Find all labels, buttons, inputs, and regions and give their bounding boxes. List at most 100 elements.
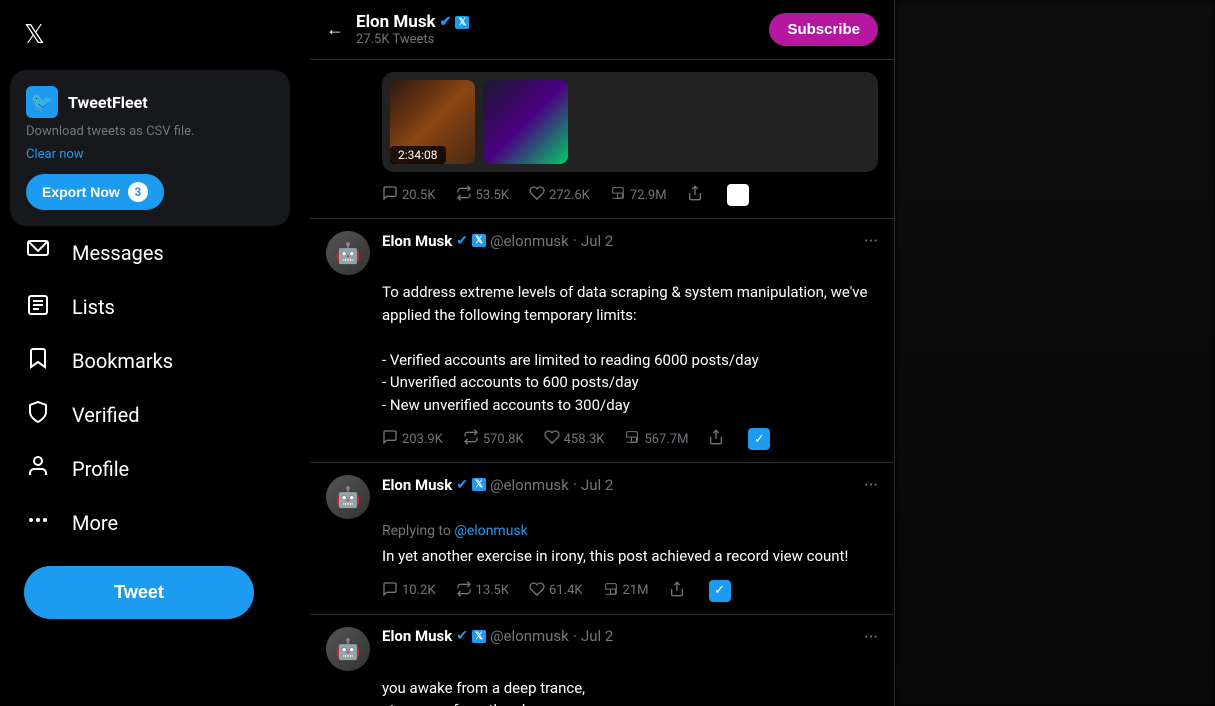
- action-share[interactable]: [687, 185, 703, 205]
- sidebar-item-messages[interactable]: Messages: [12, 226, 268, 280]
- sidebar-item-bookmarks[interactable]: Bookmarks: [12, 334, 268, 388]
- action-retweet-3[interactable]: 13.5K: [456, 581, 510, 601]
- tweet-actions-video: 20.5K 53.5K 272.6K 72.9M: [382, 184, 878, 206]
- avatar-elon-1: 🤖: [326, 231, 370, 275]
- sidebar-item-lists[interactable]: Lists: [12, 280, 268, 334]
- tweet-header-irony: 🤖 Elon Musk ✔ 𝕏 @elonmusk · Jul 2 ···: [326, 475, 878, 519]
- action-retweet[interactable]: 53.5K: [456, 185, 510, 205]
- tweet-actions-scraping: 203.9K 570.8K 458.3K 567.7M: [382, 428, 878, 450]
- sidebar-item-verified-label: Verified: [72, 403, 140, 427]
- main-content: ← Elon Musk ✔ 𝕏 27.5K Tweets Subscribe 2…: [310, 0, 895, 706]
- tweet-author-name-1: Elon Musk: [382, 232, 452, 250]
- twitter-badge-icon: 𝕏: [455, 16, 469, 29]
- tweet-body-irony: In yet another exercise in irony, this p…: [382, 545, 878, 568]
- action-retweet-2[interactable]: 570.8K: [463, 429, 524, 449]
- tweet-card-irony: 🤖 Elon Musk ✔ 𝕏 @elonmusk · Jul 2 ··· Re…: [310, 463, 894, 615]
- views-count: 72.9M: [630, 188, 667, 203]
- action-comment[interactable]: 20.5K: [382, 185, 436, 205]
- tweet-dot-3: ·: [573, 627, 577, 646]
- share-icon: [687, 185, 703, 205]
- tweet-user-row-2: Elon Musk ✔ 𝕏 @elonmusk · Jul 2: [382, 475, 852, 494]
- action-like[interactable]: 272.6K: [529, 185, 590, 205]
- action-like-3[interactable]: 61.4K: [529, 581, 583, 601]
- action-comment-3[interactable]: 10.2K: [382, 581, 436, 601]
- tweet-button[interactable]: Tweet: [24, 566, 254, 619]
- retweet-icon-3: [456, 581, 472, 601]
- tweet-more-1[interactable]: ···: [864, 231, 878, 252]
- share-icon-3: [669, 581, 685, 601]
- sidebar-item-profile-label: Profile: [72, 457, 129, 481]
- retweet-count-2: 570.8K: [483, 432, 524, 447]
- replying-to-2: Replying to @elonmusk: [382, 523, 878, 539]
- views-icon-2: [624, 429, 640, 449]
- sidebar-item-more[interactable]: More: [12, 496, 268, 550]
- tweet-card-scraping: 🤖 Elon Musk ✔ 𝕏 @elonmusk · Jul 2 ··· To…: [310, 219, 894, 463]
- verified-badge-3: ✔: [456, 628, 468, 644]
- bookmark-check-2[interactable]: ✓: [748, 428, 770, 450]
- tweet-body-scraping: To address extreme levels of data scrapi…: [382, 281, 878, 416]
- comment-icon-2: [382, 429, 398, 449]
- tweet-header-trance: 🤖 Elon Musk ✔ 𝕏 @elonmusk · Jul 2 ···: [326, 627, 878, 671]
- tweet-more-2[interactable]: ···: [864, 475, 878, 496]
- retweet-icon-2: [463, 429, 479, 449]
- lists-icon: [24, 292, 52, 322]
- tweet-more-3[interactable]: ···: [864, 627, 878, 648]
- bookmark-check-empty[interactable]: [727, 184, 749, 206]
- like-icon-2: [544, 429, 560, 449]
- tweet-date-3: Jul 2: [581, 627, 613, 645]
- export-now-button[interactable]: Export Now 3: [26, 174, 164, 210]
- action-share-2[interactable]: [708, 429, 724, 449]
- action-comment-2[interactable]: 203.9K: [382, 429, 443, 449]
- back-button[interactable]: ←: [326, 19, 344, 40]
- tweet-meta-trance: Elon Musk ✔ 𝕏 @elonmusk · Jul 2: [382, 627, 852, 646]
- sidebar-item-profile[interactable]: Profile: [12, 442, 268, 496]
- tweetfleet-subtitle: Download tweets as CSV file.: [26, 124, 274, 139]
- retweet-icon: [456, 185, 472, 205]
- sidebar-item-bookmarks-label: Bookmarks: [72, 349, 173, 373]
- header-tweet-count: 27.5K Tweets: [356, 32, 757, 47]
- twitter-badge-2: 𝕏: [472, 478, 486, 491]
- comment-count-3: 10.2K: [402, 583, 436, 598]
- views-count-2: 567.7M: [644, 432, 688, 447]
- replying-to-link-2[interactable]: @elonmusk: [454, 523, 527, 539]
- tweet-dot-2: ·: [573, 475, 577, 494]
- tweet-meta-irony: Elon Musk ✔ 𝕏 @elonmusk · Jul 2: [382, 475, 852, 494]
- messages-icon: [24, 238, 52, 268]
- bookmark-check-3[interactable]: ✓: [709, 580, 731, 602]
- sidebar: 🐦 TweetFleet Download tweets as CSV file…: [0, 0, 310, 706]
- tweet-dot-1: ·: [573, 231, 577, 250]
- main-header: ← Elon Musk ✔ 𝕏 27.5K Tweets Subscribe: [310, 0, 894, 60]
- twitter-logo-icon: 𝕏: [12, 10, 268, 60]
- right-panel-blurred: [895, 0, 1215, 706]
- views-icon: [610, 185, 626, 205]
- verified-badge-1: ✔: [456, 233, 468, 249]
- subscribe-button[interactable]: Subscribe: [769, 13, 878, 46]
- tweet-card-trance: 🤖 Elon Musk ✔ 𝕏 @elonmusk · Jul 2 ··· yo…: [310, 615, 894, 706]
- tweet-handle-2: @elonmusk: [490, 476, 569, 494]
- video-thumb-2: [483, 80, 568, 164]
- like-count: 272.6K: [549, 188, 590, 203]
- verified-badge-2: ✔: [456, 477, 468, 493]
- header-name: Elon Musk ✔ 𝕏: [356, 12, 757, 32]
- tweet-header-scraping: 🤖 Elon Musk ✔ 𝕏 @elonmusk · Jul 2 ···: [326, 231, 878, 275]
- tweet-body-trance: you awake from a deep trance, step away …: [382, 677, 878, 706]
- like-icon-3: [529, 581, 545, 601]
- verified-icon: [24, 400, 52, 430]
- retweet-count: 53.5K: [476, 188, 510, 203]
- sidebar-item-verified[interactable]: Verified: [12, 388, 268, 442]
- action-share-3[interactable]: [669, 581, 685, 601]
- action-views[interactable]: 72.9M: [610, 185, 667, 205]
- retweet-count-3: 13.5K: [476, 583, 510, 598]
- tweet-handle-3: @elonmusk: [490, 627, 569, 645]
- sidebar-item-lists-label: Lists: [72, 295, 115, 319]
- avatar-elon-3: 🤖: [326, 627, 370, 671]
- tweet-date-1: Jul 2: [581, 232, 613, 250]
- clear-now-link[interactable]: Clear now: [26, 147, 274, 162]
- tweet-date-2: Jul 2: [581, 476, 613, 494]
- action-views-3[interactable]: 21M: [603, 581, 649, 601]
- twitter-badge-3: 𝕏: [472, 630, 486, 643]
- action-views-2[interactable]: 567.7M: [624, 429, 688, 449]
- profile-icon: [24, 454, 52, 484]
- action-like-2[interactable]: 458.3K: [544, 429, 605, 449]
- bookmarks-icon: [24, 346, 52, 376]
